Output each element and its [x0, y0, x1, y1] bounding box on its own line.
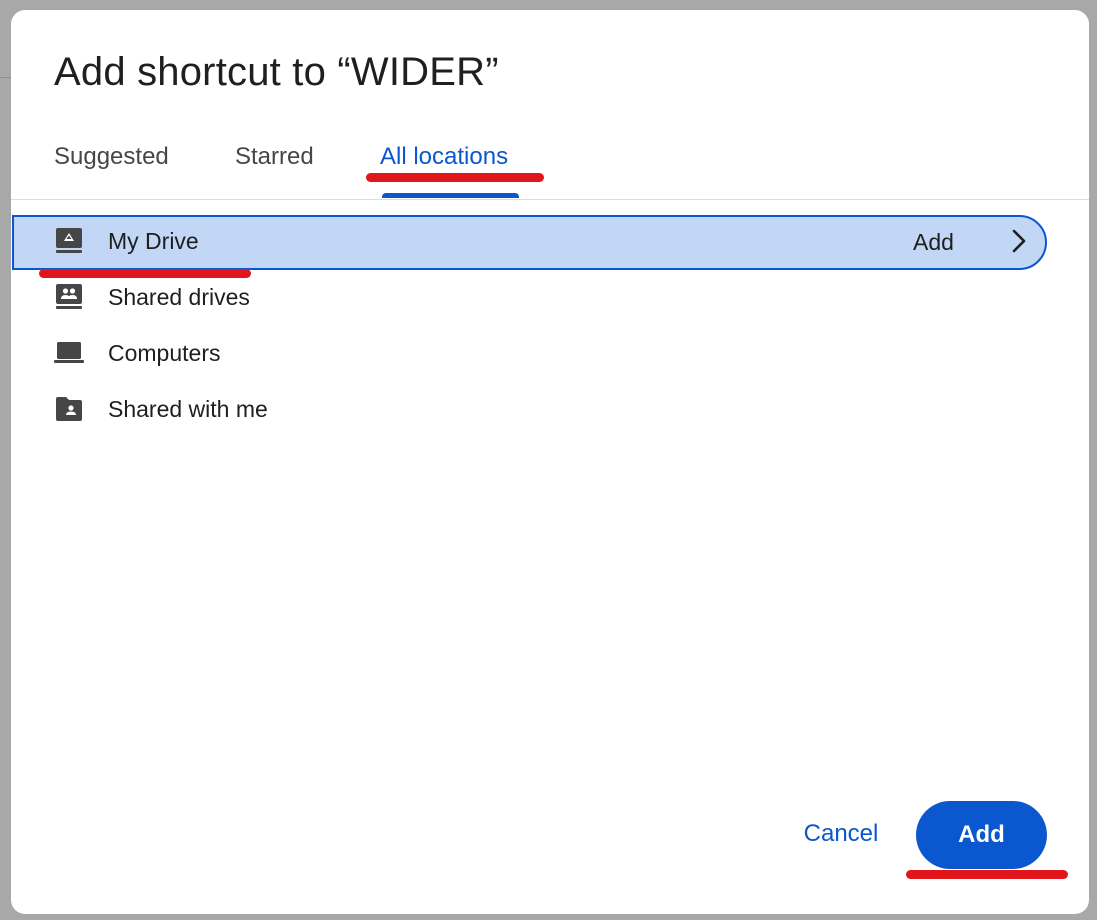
location-item-shared-drives[interactable]: Shared drives — [11, 270, 1047, 326]
add-button[interactable]: Add — [916, 801, 1047, 869]
location-add-button[interactable]: Add — [913, 229, 954, 256]
annotation-underline-my-drive — [39, 269, 251, 278]
shared-with-me-icon — [56, 397, 82, 421]
my-drive-icon — [56, 228, 82, 253]
location-label: Shared with me — [108, 396, 268, 422]
location-tabs: Suggested Starred All locations — [11, 138, 1089, 200]
tab-all-locations[interactable]: All locations — [380, 143, 508, 171]
chevron-right-icon[interactable] — [1006, 226, 1032, 256]
backdrop-divider — [0, 77, 11, 78]
location-item-shared-with-me[interactable]: Shared with me — [11, 382, 1047, 438]
shared-drives-icon — [56, 284, 82, 309]
annotation-underline-add — [906, 870, 1068, 879]
computer-icon — [54, 342, 84, 363]
annotation-underline-tab — [366, 173, 544, 182]
cancel-button[interactable]: Cancel — [787, 804, 895, 864]
tab-starred[interactable]: Starred — [235, 143, 314, 171]
location-label: Computers — [108, 340, 221, 366]
location-label: My Drive — [108, 228, 199, 254]
dialog-title: Add shortcut to “WIDER” — [54, 50, 499, 94]
active-tab-indicator — [382, 193, 519, 198]
tab-suggested[interactable]: Suggested — [54, 143, 169, 171]
add-shortcut-dialog: Add shortcut to “WIDER” Suggested Starre… — [11, 10, 1089, 914]
location-item-my-drive[interactable]: My Drive Add — [11, 214, 1047, 270]
location-item-computers[interactable]: Computers — [11, 326, 1047, 382]
location-label: Shared drives — [108, 284, 250, 310]
